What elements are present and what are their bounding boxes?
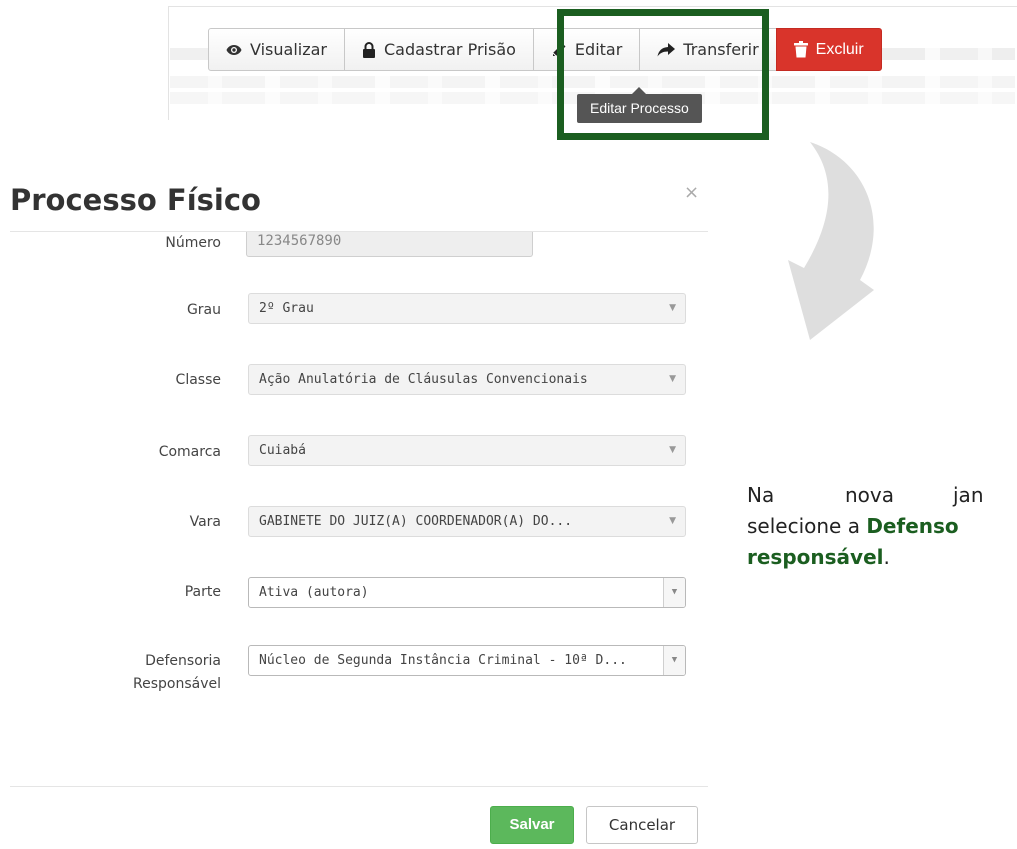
chevron-down-icon: ▼ [663, 646, 685, 675]
action-button-group: Visualizar Cadastrar Prisão Editar Trans… [208, 28, 882, 71]
footer-divider [10, 786, 708, 787]
parte-value: Ativa (autora) [259, 585, 369, 600]
chevron-down-icon: ▼ [669, 374, 676, 384]
cadastrar-prisao-button[interactable]: Cadastrar Prisão [344, 28, 534, 71]
instruction-line-2: selecione a Defenso [747, 511, 959, 542]
comarca-value: Cuiabá [259, 443, 306, 458]
instruction-word: Na [747, 483, 775, 507]
excluir-label: Excluir [815, 40, 864, 58]
visualizar-label: Visualizar [250, 40, 327, 59]
comarca-select[interactable]: Cuiabá ▼ [248, 435, 686, 466]
parte-label: Parte [184, 584, 221, 600]
instruction-word: jan [953, 483, 984, 507]
defensoria-label-line1: Defensoria [145, 653, 221, 669]
classe-value: Ação Anulatória de Cláusulas Convenciona… [259, 372, 588, 387]
save-button[interactable]: Salvar [490, 806, 574, 844]
chevron-down-icon: ▼ [663, 578, 685, 607]
trash-icon [793, 41, 808, 58]
defensoria-label: Defensoria Responsável [133, 650, 221, 696]
chevron-down-icon: ▼ [669, 516, 676, 526]
numero-input[interactable]: 1234567890 [246, 232, 533, 257]
curved-arrow-icon [770, 140, 890, 349]
highlight-frame [557, 9, 769, 140]
defensoria-value: Núcleo de Segunda Instância Criminal - 1… [259, 653, 627, 668]
instruction-prefix: selecione a [747, 514, 867, 538]
eye-icon [226, 44, 242, 56]
frame-left-border [168, 6, 169, 120]
close-icon[interactable]: × [684, 182, 699, 203]
frame-top-border [168, 6, 1017, 7]
classe-select[interactable]: Ação Anulatória de Cláusulas Convenciona… [248, 364, 686, 395]
grau-label: Grau [186, 302, 221, 318]
defensoria-label-line2: Responsável [133, 676, 221, 692]
defensoria-select[interactable]: Núcleo de Segunda Instância Criminal - 1… [248, 645, 686, 676]
cancel-button[interactable]: Cancelar [586, 806, 698, 844]
vara-value: GABINETE DO JUIZ(A) COORDENADOR(A) DO... [259, 514, 573, 529]
numero-label: Número [165, 235, 221, 251]
grau-value: 2º Grau [259, 301, 314, 316]
instruction-emphasis: Defenso [866, 514, 959, 538]
classe-label: Classe [175, 372, 221, 388]
lock-icon [362, 41, 376, 58]
modal-title: Processo Físico [10, 183, 261, 217]
instruction-line-3: responsável. [747, 542, 890, 573]
comarca-label: Comarca [158, 444, 221, 460]
instruction-suffix: . [883, 545, 890, 569]
vara-select[interactable]: GABINETE DO JUIZ(A) COORDENADOR(A) DO...… [248, 506, 686, 537]
chevron-down-icon: ▼ [669, 445, 676, 455]
instruction-word: nova [845, 483, 895, 507]
chevron-down-icon: ▼ [669, 303, 676, 313]
instruction-emphasis: responsável [747, 545, 884, 569]
vara-label: Vara [189, 514, 221, 530]
cadastrar-prisao-label: Cadastrar Prisão [384, 40, 516, 59]
parte-select[interactable]: Ativa (autora) ▼ [248, 577, 686, 608]
excluir-button[interactable]: Excluir [775, 28, 882, 71]
visualizar-button[interactable]: Visualizar [208, 28, 345, 71]
grau-select[interactable]: 2º Grau ▼ [248, 293, 686, 324]
